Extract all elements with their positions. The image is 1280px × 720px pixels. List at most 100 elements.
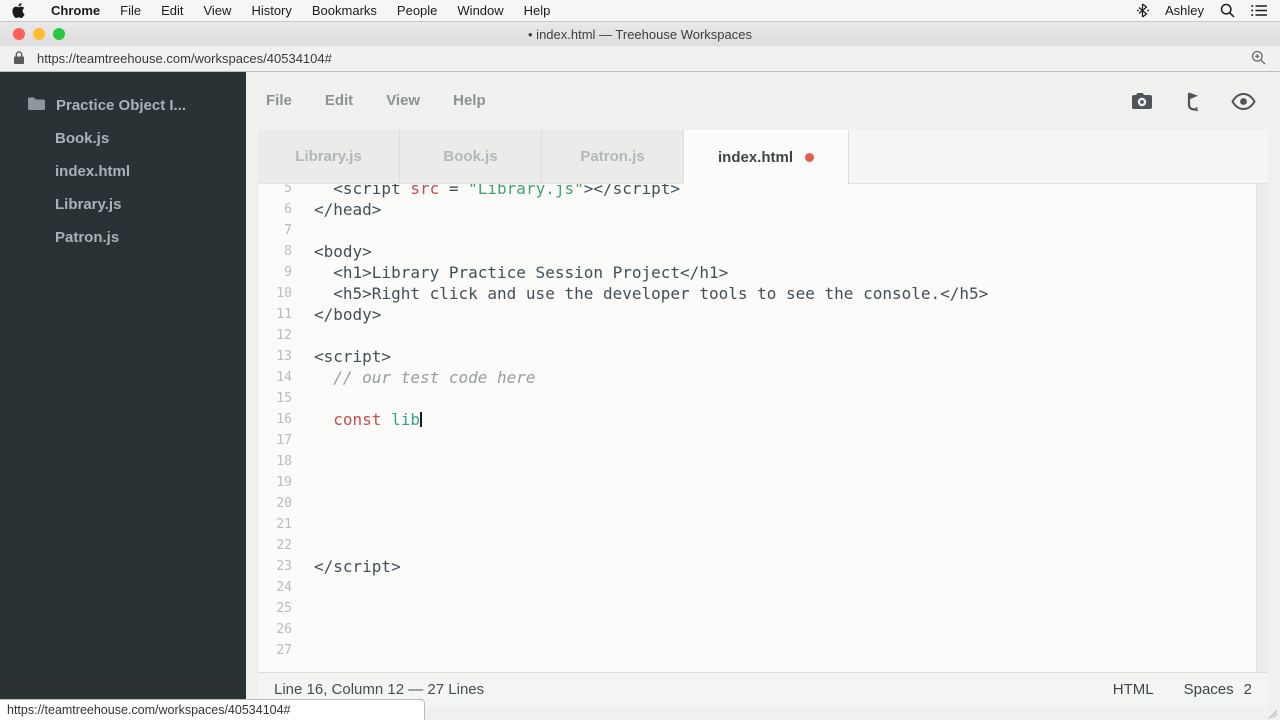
menubar-item-bookmarks[interactable]: Bookmarks bbox=[312, 3, 377, 18]
code-line-14[interactable]: 14 // our test code here bbox=[258, 367, 1268, 388]
link-preview-tooltip: https://teamtreehouse.com/workspaces/405… bbox=[0, 699, 425, 720]
tab-patron.js[interactable]: Patron.js bbox=[542, 130, 684, 184]
minimize-window-button[interactable] bbox=[33, 28, 45, 40]
code-line-5[interactable]: 5 <script src = "Library.js"></script> bbox=[258, 184, 1268, 199]
code-line-25[interactable]: 25 bbox=[258, 598, 1268, 619]
folder-icon bbox=[28, 97, 45, 114]
code-line-22[interactable]: 22 bbox=[258, 535, 1268, 556]
resize-grip-icon[interactable] bbox=[1267, 707, 1278, 720]
sidebar-file-patron.js[interactable]: Patron.js bbox=[0, 221, 246, 254]
line-number: 27 bbox=[276, 643, 292, 658]
sidebar-file-book.js[interactable]: Book.js bbox=[0, 122, 246, 155]
menubar-user-name[interactable]: Ashley bbox=[1165, 3, 1204, 18]
sidebar-file-index.html[interactable]: index.html bbox=[0, 155, 246, 188]
camera-icon[interactable] bbox=[1130, 92, 1154, 111]
tab-book.js[interactable]: Book.js bbox=[400, 130, 542, 184]
list-icon[interactable] bbox=[1251, 4, 1268, 17]
editor-tabstrip: Library.js Book.js Patron.js index.html bbox=[258, 130, 1268, 184]
line-number: 22 bbox=[276, 538, 292, 553]
code-line-10[interactable]: 10 <h5>Right click and use the developer… bbox=[258, 283, 1268, 304]
window-title: • index.html — Treehouse Workspaces bbox=[528, 26, 752, 42]
editor-menu-edit[interactable]: Edit bbox=[325, 92, 353, 109]
line-number: 18 bbox=[276, 454, 292, 469]
sidebar-file-library.js[interactable]: Library.js bbox=[0, 188, 246, 221]
menubar-item-people[interactable]: People bbox=[397, 3, 437, 18]
line-number: 12 bbox=[276, 328, 292, 343]
code-editor[interactable]: 5 <script src = "Library.js"></script> 6 <… bbox=[258, 184, 1268, 672]
menubar-item-file[interactable]: File bbox=[120, 3, 141, 18]
code-line-9[interactable]: 9 <h1>Library Practice Session Project</… bbox=[258, 262, 1268, 283]
line-number: 5 bbox=[284, 184, 292, 196]
code-line-15[interactable]: 15 bbox=[258, 388, 1268, 409]
indent-setting[interactable]: Spaces 2 bbox=[1184, 681, 1252, 698]
line-number: 13 bbox=[276, 349, 292, 364]
menubar-app-name[interactable]: Chrome bbox=[51, 3, 100, 18]
menubar-item-history[interactable]: History bbox=[251, 3, 291, 18]
tabstrip-filler bbox=[849, 130, 1268, 184]
tab-library.js[interactable]: Library.js bbox=[258, 130, 400, 184]
line-number: 11 bbox=[276, 307, 292, 322]
file-sidebar: Practice Object I... Book.js index.html Li… bbox=[0, 72, 246, 720]
code-line-11[interactable]: 11 </body> bbox=[258, 304, 1268, 325]
code-line-12[interactable]: 12 bbox=[258, 325, 1268, 346]
line-number: 25 bbox=[276, 601, 292, 616]
line-number: 20 bbox=[276, 496, 292, 511]
browser-address-bar[interactable]: https://teamtreehouse.com/workspaces/405… bbox=[0, 46, 1280, 72]
syntax-mode-selector[interactable]: HTML bbox=[1113, 681, 1154, 698]
sidebar-project-root[interactable]: Practice Object I... bbox=[0, 89, 246, 122]
macos-menubar: Chrome File Edit View History Bookmarks Peopl… bbox=[0, 0, 1280, 22]
bluetooth-icon[interactable] bbox=[1136, 3, 1149, 18]
editor-toolbar: File Edit View Help bbox=[258, 72, 1268, 130]
editor-menu-help[interactable]: Help bbox=[453, 92, 486, 109]
code-line-16[interactable]: 16 const lib bbox=[258, 409, 1268, 430]
browser-titlebar: • index.html — Treehouse Workspaces bbox=[0, 22, 1280, 46]
editor-scrollbar[interactable] bbox=[1256, 184, 1268, 672]
line-number: 23 bbox=[276, 559, 292, 574]
menubar-item-window[interactable]: Window bbox=[457, 3, 503, 18]
line-number: 26 bbox=[276, 622, 292, 637]
menubar-item-edit[interactable]: Edit bbox=[161, 3, 183, 18]
zoom-in-icon[interactable] bbox=[1251, 50, 1266, 68]
unsaved-dot bbox=[805, 152, 814, 162]
tab-index.html[interactable]: index.html bbox=[684, 130, 849, 184]
sidebar-project-name: Practice Object I... bbox=[56, 97, 187, 114]
code-line-23[interactable]: 23 </script> bbox=[258, 556, 1268, 577]
code-line-26[interactable]: 26 bbox=[258, 619, 1268, 640]
code-line-18[interactable]: 18 bbox=[258, 451, 1268, 472]
cursor-position-text: Line 16, Column 12 — 27 Lines bbox=[274, 681, 485, 698]
code-line-13[interactable]: 13 <script> bbox=[258, 346, 1268, 367]
code-line-27[interactable]: 27 bbox=[258, 640, 1268, 661]
line-number: 19 bbox=[276, 475, 292, 490]
apple-menu-icon[interactable] bbox=[12, 3, 25, 18]
line-number: 15 bbox=[276, 391, 292, 406]
menubar-item-view[interactable]: View bbox=[203, 3, 231, 18]
line-number: 9 bbox=[284, 265, 292, 280]
line-number: 16 bbox=[276, 412, 292, 427]
menubar-item-help[interactable]: Help bbox=[524, 3, 551, 18]
fork-icon[interactable] bbox=[1184, 91, 1201, 112]
line-number: 6 bbox=[284, 202, 292, 217]
line-number: 21 bbox=[276, 517, 292, 532]
text-cursor bbox=[419, 411, 422, 427]
fullscreen-window-button[interactable] bbox=[53, 28, 65, 40]
editor-menu-file[interactable]: File bbox=[266, 92, 292, 109]
code-line-24[interactable]: 24 bbox=[258, 577, 1268, 598]
code-line-20[interactable]: 20 bbox=[258, 493, 1268, 514]
editor-menu-view[interactable]: View bbox=[386, 92, 420, 109]
eye-icon[interactable] bbox=[1231, 92, 1256, 110]
url-text[interactable]: https://teamtreehouse.com/workspaces/405… bbox=[37, 51, 332, 66]
line-number: 24 bbox=[276, 580, 292, 595]
line-number: 8 bbox=[284, 244, 292, 259]
line-number: 14 bbox=[276, 370, 292, 385]
code-line-7[interactable]: 7 bbox=[258, 220, 1268, 241]
code-line-21[interactable]: 21 bbox=[258, 514, 1268, 535]
line-number: 7 bbox=[284, 223, 292, 238]
code-line-8[interactable]: 8 <body> bbox=[258, 241, 1268, 262]
workspace-editor: File Edit View Help Library.js Book.js P… bbox=[246, 72, 1280, 720]
code-line-6[interactable]: 6 </head> bbox=[258, 199, 1268, 220]
lock-icon[interactable] bbox=[14, 50, 24, 67]
code-line-17[interactable]: 17 bbox=[258, 430, 1268, 451]
close-window-button[interactable] bbox=[13, 28, 25, 40]
code-line-19[interactable]: 19 bbox=[258, 472, 1268, 493]
search-icon[interactable] bbox=[1220, 3, 1235, 18]
